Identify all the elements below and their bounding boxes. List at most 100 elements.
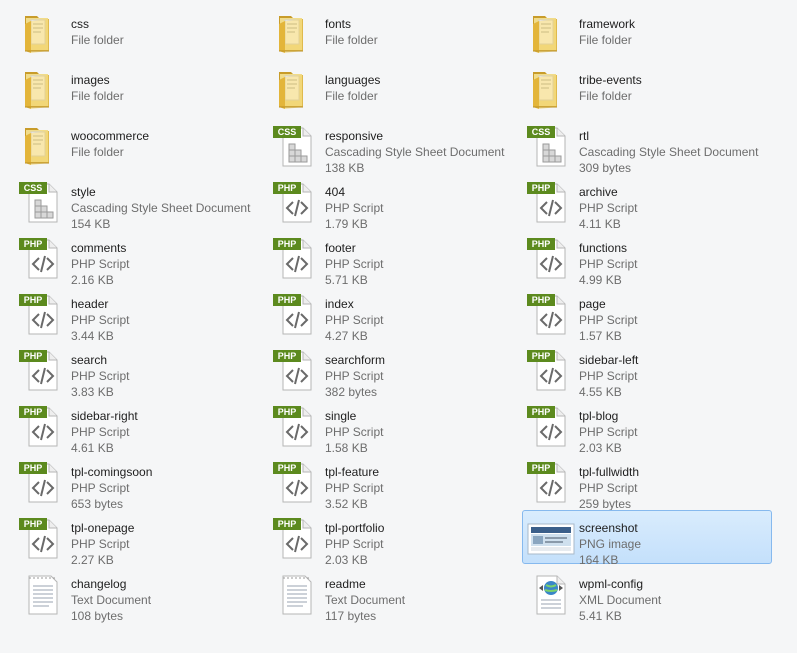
- file-item-readme[interactable]: readme Text Document 117 bytes: [268, 566, 518, 623]
- file-name: tpl-feature: [325, 465, 380, 479]
- svg-text:PHP: PHP: [278, 295, 297, 305]
- svg-text:PHP: PHP: [278, 351, 297, 361]
- file-item-framework[interactable]: framework File folder: [522, 6, 772, 60]
- php-file-icon: PHP: [273, 178, 321, 226]
- php-file-icon: PHP: [527, 178, 575, 226]
- file-text: page PHP Script 1.57 KB: [579, 296, 637, 344]
- file-name: tpl-fullwidth: [579, 465, 640, 479]
- folder-icon: [273, 66, 321, 114]
- file-item-css[interactable]: css File folder: [14, 6, 264, 60]
- php-file-icon: PHP: [19, 346, 67, 394]
- file-name: index: [325, 297, 354, 311]
- file-type: File folder: [579, 89, 632, 103]
- file-item-changelog[interactable]: changelog Text Document 108 bytes: [14, 566, 264, 623]
- file-item-index[interactable]: PHP index PHP Script 4.27 KB: [268, 286, 518, 343]
- php-file-icon: PHP: [273, 290, 321, 338]
- file-item-functions[interactable]: PHP functions PHP Script 4.99 KB: [522, 230, 772, 287]
- svg-text:CSS: CSS: [278, 127, 297, 137]
- file-name: screenshot: [579, 521, 638, 535]
- file-item-tpl-portfolio[interactable]: PHP tpl-portfolio PHP Script 2.03 KB: [268, 510, 518, 567]
- svg-text:PHP: PHP: [278, 407, 297, 417]
- file-text: css File folder: [71, 16, 124, 48]
- file-item-searchform[interactable]: PHP searchform PHP Script 382 bytes: [268, 342, 518, 399]
- svg-text:CSS: CSS: [532, 127, 551, 137]
- file-item-responsive[interactable]: CSS responsive Cascading Style Sheet Docu…: [268, 118, 518, 175]
- file-item-images[interactable]: images File folder: [14, 62, 264, 116]
- text-file-icon: [273, 570, 321, 618]
- file-type: PHP Script: [71, 313, 130, 327]
- file-item-tribe-events[interactable]: tribe-events File folder: [522, 62, 772, 116]
- svg-text:PHP: PHP: [532, 351, 551, 361]
- file-item-sidebar-left[interactable]: PHP sidebar-left PHP Script 4.55 KB: [522, 342, 772, 399]
- file-name: archive: [579, 185, 618, 199]
- file-item-footer[interactable]: PHP footer PHP Script 5.71 KB: [268, 230, 518, 287]
- folder-icon: [273, 10, 321, 58]
- file-type: PHP Script: [579, 201, 638, 215]
- file-text: tpl-onepage PHP Script 2.27 KB: [71, 520, 134, 568]
- css-file-icon: CSS: [527, 122, 575, 170]
- php-file-icon: PHP: [273, 458, 321, 506]
- file-name: sidebar-right: [71, 409, 138, 423]
- file-type: PHP Script: [579, 425, 638, 439]
- php-file-icon: PHP: [273, 346, 321, 394]
- file-grid: css File folder fonts File folder framewor…: [14, 6, 776, 623]
- php-file-icon: PHP: [273, 234, 321, 282]
- file-text: 404 PHP Script 1.79 KB: [325, 184, 383, 232]
- file-text: comments PHP Script 2.16 KB: [71, 240, 129, 288]
- file-text: tribe-events File folder: [579, 72, 642, 104]
- file-item-style[interactable]: CSS style Cascading Style Sheet Document 1…: [14, 174, 264, 231]
- file-name: responsive: [325, 129, 384, 143]
- file-item-single[interactable]: PHP single PHP Script 1.58 KB: [268, 398, 518, 455]
- php-file-icon: PHP: [527, 458, 575, 506]
- file-name: css: [71, 17, 89, 31]
- file-item-search[interactable]: PHP search PHP Script 3.83 KB: [14, 342, 264, 399]
- file-item-404[interactable]: PHP 404 PHP Script 1.79 KB: [268, 174, 518, 231]
- file-type: PHP Script: [325, 257, 384, 271]
- file-item-rtl[interactable]: CSS rtl Cascading Style Sheet Document 309…: [522, 118, 772, 175]
- svg-text:PHP: PHP: [278, 463, 297, 473]
- file-type: Text Document: [71, 593, 152, 607]
- file-item-wpml-config[interactable]: wpml-config XML Document 5.41 KB: [522, 566, 772, 623]
- file-item-archive[interactable]: PHP archive PHP Script 4.11 KB: [522, 174, 772, 231]
- file-type: File folder: [325, 33, 378, 47]
- file-item-header[interactable]: PHP header PHP Script 3.44 KB: [14, 286, 264, 343]
- file-item-screenshot[interactable]: screenshot PNG image 164 KB: [522, 510, 772, 567]
- file-item-tpl-feature[interactable]: PHP tpl-feature PHP Script 3.52 KB: [268, 454, 518, 511]
- file-text: style Cascading Style Sheet Document 154 K…: [71, 184, 250, 232]
- folder-icon: [527, 66, 575, 114]
- file-text: framework File folder: [579, 16, 635, 48]
- css-file-icon: CSS: [19, 178, 67, 226]
- file-type: Cascading Style Sheet Document: [71, 201, 251, 215]
- file-name: changelog: [71, 577, 127, 591]
- file-type: PHP Script: [71, 257, 130, 271]
- php-file-icon: PHP: [273, 514, 321, 562]
- file-item-tpl-comingsoon[interactable]: PHP tpl-comingsoon PHP Script 653 bytes: [14, 454, 264, 511]
- svg-text:PHP: PHP: [278, 519, 297, 529]
- file-item-tpl-blog[interactable]: PHP tpl-blog PHP Script 2.03 KB: [522, 398, 772, 455]
- file-type: PHP Script: [325, 369, 384, 383]
- file-text: footer PHP Script 5.71 KB: [325, 240, 383, 288]
- file-item-tpl-fullwidth[interactable]: PHP tpl-fullwidth PHP Script 259 bytes: [522, 454, 772, 511]
- file-text: searchform PHP Script 382 bytes: [325, 352, 385, 400]
- file-text: single PHP Script 1.58 KB: [325, 408, 383, 456]
- svg-text:PHP: PHP: [24, 463, 43, 473]
- file-item-tpl-onepage[interactable]: PHP tpl-onepage PHP Script 2.27 KB: [14, 510, 264, 567]
- file-name: tribe-events: [579, 73, 642, 87]
- file-item-languages[interactable]: languages File folder: [268, 62, 518, 116]
- file-text: archive PHP Script 4.11 KB: [579, 184, 637, 232]
- file-name: search: [71, 353, 108, 367]
- file-item-sidebar-right[interactable]: PHP sidebar-right PHP Script 4.61 KB: [14, 398, 264, 455]
- file-item-comments[interactable]: PHP comments PHP Script 2.16 KB: [14, 230, 264, 287]
- file-item-page[interactable]: PHP page PHP Script 1.57 KB: [522, 286, 772, 343]
- folder-icon: [527, 10, 575, 58]
- svg-text:PHP: PHP: [24, 407, 43, 417]
- php-file-icon: PHP: [527, 234, 575, 282]
- file-type: PHP Script: [71, 537, 130, 551]
- file-name: fonts: [325, 17, 352, 31]
- file-item-woocommerce[interactable]: woocommerce File folder: [14, 118, 264, 172]
- file-name: style: [71, 185, 96, 199]
- svg-text:PHP: PHP: [24, 519, 43, 529]
- file-item-fonts[interactable]: fonts File folder: [268, 6, 518, 60]
- file-name: header: [71, 297, 109, 311]
- file-text: screenshot PNG image 164 KB: [579, 520, 641, 568]
